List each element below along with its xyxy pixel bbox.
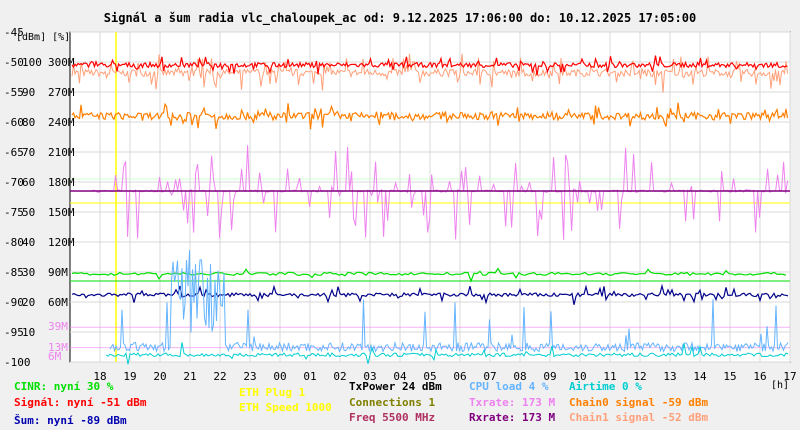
y-tick-pct: 50 <box>22 206 35 219</box>
y-tick-pct: 60 <box>22 176 35 189</box>
legend-connections: Connections 1 <box>349 396 435 409</box>
y-tick-pct: 80 <box>22 116 35 129</box>
y-tick-dbm: -75 <box>4 206 24 219</box>
y-tick-dbm: -100 <box>4 356 31 369</box>
y-tick-pct: 30 <box>22 266 35 279</box>
y-axis-label: [dBm] [%] <box>16 32 70 43</box>
y-tick-dbm: -65 <box>4 146 24 159</box>
legend-cinr: CINR: nyní 30 % <box>14 380 114 393</box>
x-axis-label: [h] <box>771 380 789 391</box>
x-tick-label: 23 <box>243 370 256 383</box>
legend-txpower: TxPower 24 dBm <box>349 380 442 393</box>
x-tick-label: 13 <box>663 370 676 383</box>
legend-eth-speed: ETH Speed 1000 <box>239 401 332 414</box>
y-tick-dbm: -55 <box>4 86 24 99</box>
y-tick-rate: 39M <box>48 320 68 333</box>
y-tick-rate: 120M <box>48 236 75 249</box>
y-tick-dbm: -90 <box>4 296 24 309</box>
legend-txrate: Txrate: 173 M <box>469 396 555 409</box>
y-tick-pct: 40 <box>22 236 35 249</box>
y-tick-dbm: -60 <box>4 116 24 129</box>
legend-airtime: Airtime 0 % <box>569 380 642 393</box>
y-tick-rate: 300M <box>48 56 75 69</box>
y-tick-rate: 240M <box>48 116 75 129</box>
chart-title: Signál a šum radia vlc_chaloupek_ac od: … <box>104 11 696 26</box>
y-tick-rate: 6M <box>48 350 62 363</box>
y-tick-dbm: -95 <box>4 326 24 339</box>
y-tick-rate: 90M <box>48 266 68 279</box>
y-tick-rate: 150M <box>48 206 75 219</box>
y-tick-pct: 90 <box>22 86 35 99</box>
y-tick-dbm: -50 <box>4 56 24 69</box>
y-tick-pct: 20 <box>22 296 35 309</box>
legend-chain0: Chain0 signal -59 dBm <box>569 396 708 409</box>
y-tick-pct: 100 <box>22 56 42 69</box>
x-tick-label: 06 <box>453 370 466 383</box>
y-tick-rate: 270M <box>48 86 75 99</box>
legend-eth-plug: ETH Plug 1 <box>239 386 306 399</box>
legend-noise: Šum: nyní -89 dBm <box>14 414 127 427</box>
y-tick-pct: 70 <box>22 146 35 159</box>
legend-rxrate: Rxrate: 173 M <box>469 411 555 424</box>
x-tick-label: 15 <box>723 370 736 383</box>
chart-container: Signál a šum radia vlc_chaloupek_ac od: … <box>0 0 800 430</box>
y-tick-dbm: -85 <box>4 266 24 279</box>
y-tick-rate: 180M <box>48 176 75 189</box>
x-tick-label: 22 <box>213 370 226 383</box>
y-tick-pct: 10 <box>22 326 35 339</box>
y-tick-rate: 60M <box>48 296 68 309</box>
x-tick-label: 02 <box>333 370 346 383</box>
x-tick-label: 20 <box>153 370 166 383</box>
x-tick-label: 01 <box>303 370 316 383</box>
y-tick-rate: 210M <box>48 146 75 159</box>
legend-signal: Signál: nyní -51 dBm <box>14 396 147 409</box>
x-tick-label: 16 <box>753 370 766 383</box>
x-tick-label: 00 <box>273 370 286 383</box>
x-tick-label: 14 <box>693 370 707 383</box>
x-tick-label: 21 <box>183 370 196 383</box>
y-tick-dbm: -70 <box>4 176 24 189</box>
legend-chain1: Chain1 signal -52 dBm <box>569 411 708 424</box>
legend-freq: Freq 5500 MHz <box>349 411 435 424</box>
y-tick-dbm: -80 <box>4 236 24 249</box>
chart-svg: Signál a šum radia vlc_chaloupek_ac od: … <box>0 0 800 430</box>
x-tick-label: 19 <box>123 370 136 383</box>
legend-cpu: CPU load 4 % <box>469 380 549 393</box>
